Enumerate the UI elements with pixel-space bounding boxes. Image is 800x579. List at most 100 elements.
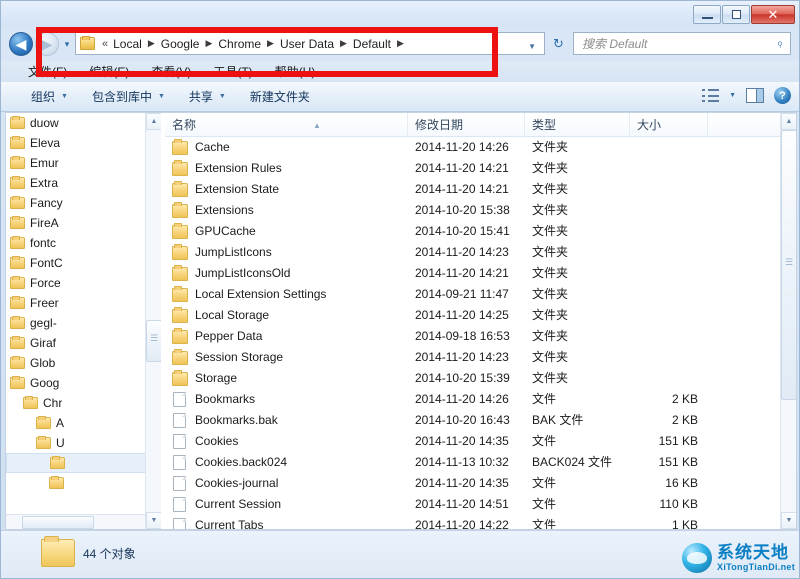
tree-item[interactable]: Extra: [6, 173, 161, 193]
share-button[interactable]: 共享 ▼: [177, 88, 238, 105]
tree-item[interactable]: Goog: [6, 373, 161, 393]
help-icon[interactable]: ?: [774, 87, 791, 104]
chevron-right-icon[interactable]: ▶: [201, 38, 216, 49]
folder-icon: [10, 216, 25, 229]
refresh-button[interactable]: ↻: [549, 34, 568, 53]
tree-item[interactable]: gegl-: [6, 313, 161, 333]
scrollbar-thumb[interactable]: [146, 320, 161, 362]
column-header-type[interactable]: 类型: [525, 113, 630, 137]
tree-item[interactable]: Chr: [6, 393, 161, 413]
tree-horizontal-scrollbar[interactable]: [6, 514, 145, 529]
table-row[interactable]: Extensions 2014-10-20 15:38 文件夹: [165, 200, 796, 221]
forward-button[interactable]: ▶: [35, 32, 59, 56]
tree-item[interactable]: Freer: [6, 293, 161, 313]
table-row[interactable]: Cookies 2014-11-20 14:35 文件 151 KB: [165, 431, 796, 452]
breadcrumb-overflow-icon[interactable]: «: [99, 38, 111, 50]
breadcrumb-item-user-data[interactable]: User Data: [278, 36, 336, 52]
breadcrumb-item-local[interactable]: Local: [111, 36, 144, 52]
search-icon[interactable]: ⌕: [768, 31, 793, 56]
table-row[interactable]: Cookies-journal 2014-11-20 14:35 文件 16 KB: [165, 473, 796, 494]
scrollbar-thumb[interactable]: [22, 515, 94, 529]
folder-icon: [10, 156, 25, 169]
table-row[interactable]: Local Extension Settings 2014-09-21 11:47…: [165, 284, 796, 305]
table-row[interactable]: Session Storage 2014-11-20 14:23 文件夹: [165, 347, 796, 368]
menu-file[interactable]: 文件(F): [17, 63, 78, 80]
tree-item[interactable]: duow: [6, 113, 161, 133]
breadcrumb[interactable]: « Local ▶ Google ▶ Chrome ▶ User Data ▶ …: [75, 32, 545, 55]
breadcrumb-item-google[interactable]: Google: [159, 36, 202, 52]
organize-button[interactable]: 组织 ▼: [19, 88, 80, 105]
chevron-right-icon[interactable]: ▶: [144, 38, 159, 49]
table-row[interactable]: Bookmarks.bak 2014-10-20 16:43 BAK 文件 2 KB: [165, 410, 796, 431]
table-row[interactable]: Cache 2014-11-20 14:26 文件夹: [165, 137, 796, 158]
new-folder-button[interactable]: 新建文件夹: [238, 88, 322, 105]
tree-item[interactable]: Glob: [6, 353, 161, 373]
file-name-label: Session Storage: [195, 350, 284, 364]
tree-item[interactable]: A: [6, 413, 161, 433]
breadcrumb-item-chrome[interactable]: Chrome: [216, 36, 263, 52]
cell-size: 2 KB: [671, 413, 698, 427]
menu-view[interactable]: 查看(V): [140, 63, 202, 80]
maximize-button[interactable]: [722, 5, 750, 24]
tree-item[interactable]: Emur: [6, 153, 161, 173]
table-row[interactable]: JumpListIconsOld 2014-11-20 14:21 文件夹: [165, 263, 796, 284]
folder-icon: [10, 236, 25, 249]
chevron-right-icon[interactable]: ▶: [393, 38, 408, 49]
cell-type: 文件夹: [532, 140, 569, 154]
close-button[interactable]: ✕: [751, 5, 795, 24]
chevron-down-icon[interactable]: ▼: [729, 92, 736, 99]
include-in-library-button[interactable]: 包含到库中 ▼: [80, 88, 177, 105]
address-dropdown-icon[interactable]: ▼: [528, 42, 536, 51]
menu-help[interactable]: 帮助(H): [264, 63, 327, 80]
table-row[interactable]: Extension State 2014-11-20 14:21 文件夹: [165, 179, 796, 200]
menu-tools[interactable]: 工具(T): [202, 63, 263, 80]
table-row[interactable]: Extension Rules 2014-11-20 14:21 文件夹: [165, 158, 796, 179]
chevron-right-icon[interactable]: ▶: [336, 38, 351, 49]
back-button[interactable]: ◀: [9, 32, 33, 56]
file-list-pane[interactable]: 名称 ▲ 修改日期 类型 大小 Cache 2014-11-20 14:26 文件夹…: [165, 113, 796, 529]
tree-item-label: Goog: [30, 376, 60, 390]
table-row[interactable]: Cookies.back024 2014-11-13 10:32 BACK024 文…: [165, 452, 796, 473]
tree-vertical-scrollbar[interactable]: ▲ ▼: [145, 113, 161, 529]
tree-item[interactable]: Eleva: [6, 133, 161, 153]
table-row[interactable]: Storage 2014-10-20 15:39 文件夹: [165, 368, 796, 389]
breadcrumb-item-default[interactable]: Default: [351, 36, 393, 52]
table-row[interactable]: Current Tabs 2014-11-20 14:22 文件 1 KB: [165, 515, 796, 529]
list-vertical-scrollbar[interactable]: ▲ ▼: [780, 113, 796, 529]
tree-item[interactable]: U: [6, 433, 161, 453]
tree-item[interactable]: fontc: [6, 233, 161, 253]
column-header-name[interactable]: 名称 ▲: [165, 113, 408, 137]
preview-pane-icon[interactable]: [746, 88, 764, 103]
tree-item[interactable]: [6, 473, 161, 493]
tree-item[interactable]: FireA: [6, 213, 161, 233]
folder-icon: [172, 327, 188, 344]
tree-item[interactable]: Fancy: [6, 193, 161, 213]
history-dropdown-icon[interactable]: ▾: [61, 38, 73, 50]
table-row[interactable]: Local Storage 2014-11-20 14:25 文件夹: [165, 305, 796, 326]
menu-edit[interactable]: 编辑(E): [78, 63, 140, 80]
table-row[interactable]: Current Session 2014-11-20 14:51 文件 110 KB: [165, 494, 796, 515]
cell-date: 2014-10-20 15:39: [415, 371, 510, 385]
column-header-date[interactable]: 修改日期: [408, 113, 525, 137]
file-name-label: JumpListIcons: [195, 245, 272, 259]
scroll-down-arrow[interactable]: ▼: [146, 512, 161, 529]
scroll-up-arrow[interactable]: ▲: [146, 113, 161, 130]
table-row[interactable]: JumpListIcons 2014-11-20 14:23 文件夹: [165, 242, 796, 263]
scrollbar-thumb[interactable]: [781, 130, 796, 400]
table-row[interactable]: Pepper Data 2014-09-18 16:53 文件夹: [165, 326, 796, 347]
scroll-up-arrow[interactable]: ▲: [781, 113, 796, 130]
column-header-size[interactable]: 大小: [630, 113, 708, 137]
table-row[interactable]: GPUCache 2014-10-20 15:41 文件夹: [165, 221, 796, 242]
command-bar-right: ▼ ?: [702, 87, 791, 104]
table-row[interactable]: Bookmarks 2014-11-20 14:26 文件 2 KB: [165, 389, 796, 410]
minimize-button[interactable]: [693, 5, 721, 24]
chevron-right-icon[interactable]: ▶: [263, 38, 278, 49]
tree-item[interactable]: Giraf: [6, 333, 161, 353]
tree-item[interactable]: [6, 453, 161, 473]
tree-item[interactable]: Force: [6, 273, 161, 293]
navigation-pane[interactable]: duow Eleva Emur Extra Fancy FireA fontc FontC Fo…: [6, 113, 161, 529]
view-options-icon[interactable]: [702, 88, 720, 103]
search-input[interactable]: 搜索 Default ⌕: [573, 32, 791, 55]
scroll-down-arrow[interactable]: ▼: [781, 512, 796, 529]
tree-item[interactable]: FontC: [6, 253, 161, 273]
